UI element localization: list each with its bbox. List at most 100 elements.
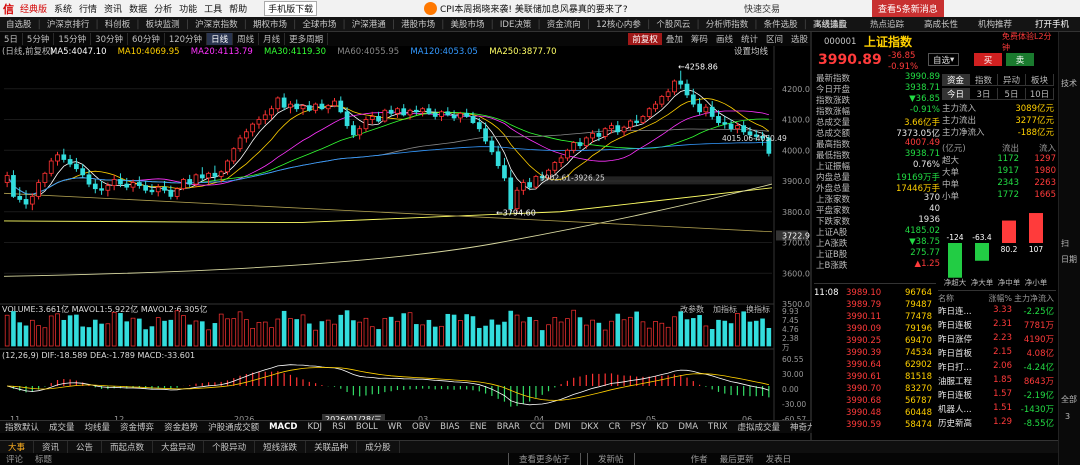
nav-item[interactable]: 全球市场 (296, 18, 342, 30)
period-60m[interactable]: 60分钟 (128, 33, 165, 45)
period-120m[interactable]: 120分钟 (165, 33, 208, 45)
period-weekly[interactable]: 周线 (233, 33, 260, 45)
period-5d[interactable]: 5日 (0, 33, 23, 45)
period-30m[interactable]: 30分钟 (91, 33, 128, 45)
nav-item[interactable]: 资金流向 (541, 18, 587, 30)
nav-item[interactable]: 自选股 (0, 18, 38, 30)
sector-row[interactable]: 历史新高 1.29 -8.55亿 (938, 417, 1054, 429)
menu-tools[interactable]: 工具 (204, 2, 229, 15)
nav-right-4[interactable]: 机构推荐 (978, 18, 1012, 30)
kline-chart[interactable]: (日线,前复权)MA5:4047.10 MA10:4069.95 MA20:4113… (0, 46, 810, 420)
bottom-tab[interactable]: 短线涨跌 (255, 441, 307, 453)
period-15m[interactable]: 15分钟 (54, 33, 92, 45)
nav-item[interactable]: 个股风云 (650, 18, 696, 30)
strip-label[interactable]: 全部 (1061, 394, 1077, 405)
bottom-tab[interactable]: 关联品种 (306, 441, 358, 453)
indicator-tab[interactable]: ENE (465, 422, 492, 432)
strip-label[interactable]: 3 (1065, 412, 1070, 421)
indicator-tab[interactable]: BIAS (435, 422, 465, 432)
period-5m[interactable]: 5分钟 (23, 33, 55, 45)
sector-row[interactable]: 昨日涨停 2.23 4190万 (938, 333, 1054, 345)
nav-item[interactable]: 12核心内参 (590, 18, 647, 30)
indicator-tab[interactable]: CR (604, 422, 626, 432)
period-monthly[interactable]: 月线 (259, 33, 286, 45)
range-tab[interactable]: 5日 (998, 88, 1026, 100)
indicator-tab[interactable]: RSI (327, 422, 351, 432)
nav-right-3[interactable]: 高成长性 (924, 18, 958, 30)
fund-tab[interactable]: 资金 (942, 74, 970, 86)
nav-item[interactable]: 科创板 (99, 18, 137, 30)
sector-row[interactable]: 油服工程 1.85 8643万 (938, 375, 1054, 387)
indicator-tab[interactable]: TRIX (703, 422, 732, 432)
menu-system[interactable]: 系统 (54, 2, 79, 15)
sector-row[interactable]: 昨日连... 3.33 -2.25亿 (938, 305, 1054, 317)
strip-label[interactable]: 技术 (1061, 78, 1077, 89)
message-button[interactable]: 查看5条新消息 (872, 0, 944, 17)
indicator-tab[interactable]: KD (651, 422, 673, 432)
indicator-tab[interactable]: DKX (576, 422, 604, 432)
select-stock-button[interactable]: 选股 (787, 33, 812, 45)
menu-analysis[interactable]: 分析 (154, 2, 179, 15)
menu-news[interactable]: 资讯 (104, 2, 129, 15)
watchlist-button[interactable]: 自选 ▾ (928, 53, 960, 66)
range-tab[interactable]: 10日 (1026, 88, 1054, 100)
nav-item[interactable]: 板块监测 (140, 18, 186, 30)
chips-button[interactable]: 筹码 (687, 33, 712, 45)
fund-tab[interactable]: 板块 (1026, 74, 1054, 86)
indicator-tab[interactable]: WR (383, 422, 407, 432)
period-daily[interactable]: 日线 (207, 33, 234, 45)
indicator-tab[interactable]: DMA (673, 422, 703, 432)
mobile-download-button[interactable]: 手机版下载 (264, 1, 318, 16)
bottom-tab[interactable]: 大盘异动 (153, 441, 205, 453)
range-tab[interactable]: 今日 (942, 88, 970, 100)
indicator-tab[interactable]: MACD (264, 422, 302, 432)
adjust-button[interactable]: 前复权 (628, 33, 662, 45)
new-post-button[interactable]: 发新帖 (587, 453, 635, 465)
indicator-tab[interactable]: 虚拟成交量 (732, 421, 785, 433)
buy-button[interactable]: 买 (974, 53, 1002, 66)
indicator-tab[interactable]: 资金博弈 (115, 421, 159, 433)
sell-button[interactable]: 卖 (1006, 53, 1034, 66)
draw-button[interactable]: 画线 (712, 33, 737, 45)
sector-row[interactable]: 昨日首板 2.15 4.08亿 (938, 347, 1054, 359)
indicator-tab[interactable]: OBV (407, 422, 435, 432)
nav-right-2[interactable]: 热点追踪 (870, 18, 904, 30)
quick-trade-link[interactable]: 快速交易 (744, 2, 780, 15)
menu-data[interactable]: 数据 (129, 2, 154, 15)
indicator-tab[interactable]: KDJ (302, 422, 327, 432)
indicator-tab[interactable]: BOLL (351, 422, 383, 432)
range-tab[interactable]: 3日 (970, 88, 998, 100)
sector-row[interactable]: 昨日连板 1.57 -2.19亿 (938, 389, 1054, 401)
nav-item[interactable]: 沪深港通 (346, 18, 392, 30)
sector-row[interactable]: 昨日连板 2.31 7781万 (938, 319, 1054, 331)
fee-link[interactable]: 免费体验L2分钟 (1002, 32, 1058, 52)
nav-item[interactable]: IDE决策 (494, 18, 537, 30)
indicator-tab[interactable]: 指数默认 (0, 421, 44, 433)
strip-label[interactable]: 日期 (1061, 254, 1077, 265)
menu-quote[interactable]: 行情 (79, 2, 104, 15)
period-more[interactable]: 更多周期 (285, 33, 329, 45)
bottom-tab[interactable]: 个股异动 (204, 441, 256, 453)
overlay-button[interactable]: 叠加 (662, 33, 687, 45)
nav-item[interactable]: 沪深京指数 (189, 18, 244, 30)
nav-item[interactable]: 美股市场 (445, 18, 491, 30)
strip-label[interactable]: 扫 (1061, 238, 1069, 249)
nav-item[interactable]: 港股市场 (395, 18, 441, 30)
indicator-tab[interactable]: DMI (549, 422, 575, 432)
fund-tab[interactable]: 指数 (970, 74, 998, 86)
nav-item[interactable]: 条件选股 (758, 18, 804, 30)
more-posts-button[interactable]: 查看更多帖子 (508, 453, 582, 465)
indicator-tab[interactable]: 成交量 (44, 421, 80, 433)
indicator-tab[interactable]: 资金趋势 (159, 421, 203, 433)
nav-item[interactable]: 分析师指数 (700, 18, 755, 30)
nav-item[interactable]: 期权市场 (247, 18, 293, 30)
bottom-tab[interactable]: 而起点数 (102, 441, 154, 453)
fund-tab[interactable]: 异动 (998, 74, 1026, 86)
indicator-tab[interactable]: 沪股通成交额 (203, 421, 264, 433)
menu-function[interactable]: 功能 (179, 2, 204, 15)
chart-area[interactable]: (日线,前复权) MA5:4047.10 MA10:4069.95 MA20:4113… (0, 46, 810, 450)
bottom-tab[interactable]: 资讯 (34, 441, 69, 453)
nav-item[interactable]: 沪深京排行 (41, 18, 96, 30)
bottom-tab[interactable]: 成分股 (357, 441, 400, 453)
sector-row[interactable]: 昨日打... 2.06 -4.24亿 (938, 361, 1054, 373)
